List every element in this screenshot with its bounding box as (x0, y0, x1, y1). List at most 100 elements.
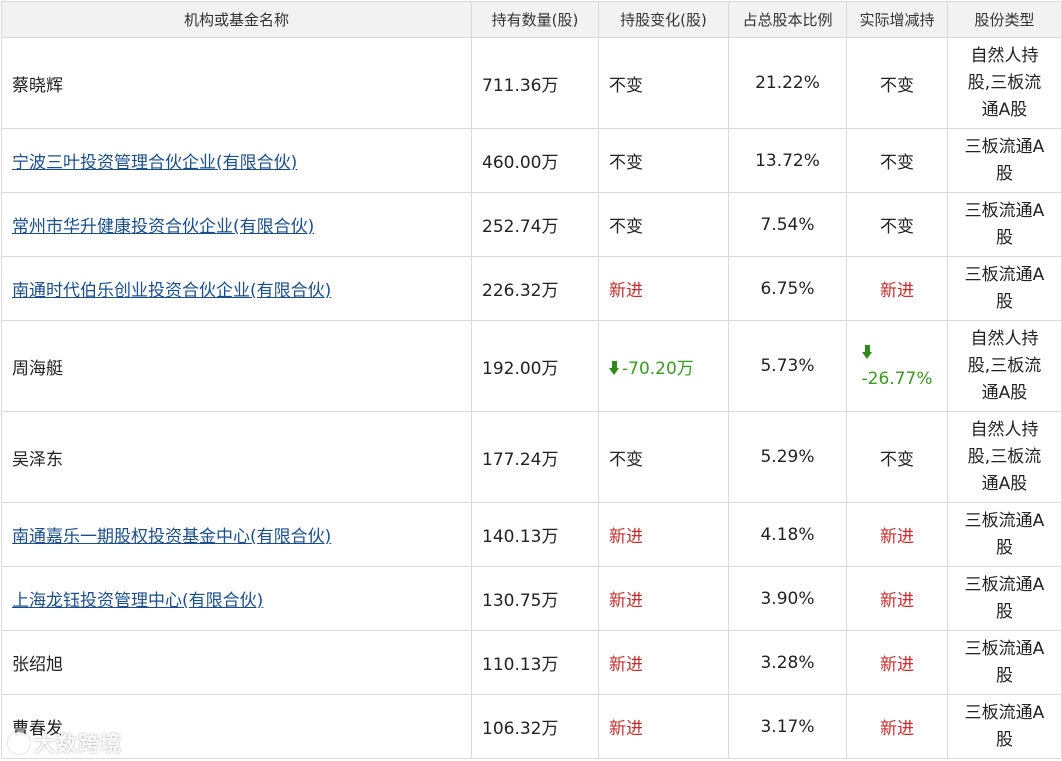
holder-name: 张绍旭 (12, 655, 63, 675)
share-ratio-cell: 5.29% (728, 411, 847, 503)
share-type-cell: 三板流通A 股 (947, 566, 1062, 631)
share-type-line: 三板流通A (964, 510, 1045, 531)
share-type-line: 股 (996, 601, 1013, 622)
share-change-value: 新进 (609, 527, 643, 547)
table-row: 南通嘉乐一期股权投资基金中心(有限合伙) 140.13万 新进 4.18% 新进 三板流通… (1, 502, 1062, 567)
holder-name-cell: 上海龙钰投资管理中心(有限合伙) (1, 566, 472, 631)
holder-name-link[interactable]: 宁波三叶投资管理合伙企业(有限合伙) (12, 153, 297, 173)
actual-change-cell: -26.77% (846, 320, 948, 412)
header-row: 机构或基金名称 持有数量(股) 持股变化(股) 占总股本比例 实际增减持 股份类… (1, 1, 1062, 38)
actual-change-cell: 不变 (846, 128, 948, 193)
page: 机构或基金名称 持有数量(股) 持股变化(股) 占总股本比例 实际增减持 股份类… (0, 0, 1062, 761)
actual-change-value: 新进 (880, 719, 914, 739)
table-row: 上海龙钰投资管理中心(有限合伙) 130.75万 新进 3.90% 新进 三板流通A 股 (1, 566, 1062, 631)
share-type-line: 自然人持 (970, 419, 1039, 440)
holder-name-link[interactable]: 南通嘉乐一期股权投资基金中心(有限合伙) (12, 527, 331, 547)
holder-name-link[interactable]: 常州市华升健康投资合伙企业(有限合伙) (12, 217, 314, 237)
share-type-line: 股 (996, 665, 1013, 686)
share-type-cell: 三板流通A 股 (947, 502, 1062, 567)
table-row: 蔡晓辉 711.36万 不变 21.22% 不变 自然人持 股,三板流 通A股 (1, 37, 1062, 129)
header-shares: 持有数量(股) (471, 1, 599, 38)
share-type-line: 自然人持 (970, 45, 1039, 66)
share-type-cell: 自然人持股,三板流通A股 (947, 37, 1062, 129)
share-type-cell: 三板流通A 股 (947, 192, 1062, 257)
share-type-cell: 自然人持 股,三板流 通A股 (947, 320, 1062, 412)
table-row: 曹春发 106.32万 新进 3.17% 新进 三板流通A 股 (1, 694, 1062, 759)
holder-name: 吴泽东 (12, 449, 63, 470)
actual-change-cell: 不变 (846, 37, 948, 129)
holder-name-link[interactable]: 南通时代伯乐创业投资合伙企业(有限合伙) (12, 281, 331, 301)
actual-change-value: 新进 (880, 591, 914, 611)
holder-name: 周海艇 (12, 358, 63, 379)
share-ratio-cell: 3.17% (728, 694, 847, 759)
share-change-value: 不变 (609, 153, 643, 173)
share-type-line: 三板流通A (964, 264, 1045, 285)
share-change-cell: 不变 (598, 37, 729, 129)
share-type-line: 股,三板流 (967, 72, 1042, 93)
share-change-value: 不变 (609, 449, 643, 470)
share-type-line: 三板流通A (964, 638, 1045, 659)
share-change-cell: 不变 (598, 192, 729, 257)
share-change-cell: 新进 (598, 630, 729, 695)
shares-held-cell: 140.13万 (471, 502, 599, 567)
holder-name-cell: 蔡晓辉 (1, 37, 472, 129)
shares-held-cell: 177.24万 (471, 411, 599, 503)
table-row: 宁波三叶投资管理合伙企业(有限合伙) 460.00万 不变 13.72% 不变 三板流通A… (1, 128, 1062, 193)
share-type-line: 通A股 (981, 473, 1028, 494)
share-type-line: 三板流通A (964, 574, 1045, 595)
down-arrow-icon (861, 345, 873, 359)
holder-name-cell: 南通时代伯乐创业投资合伙企业(有限合伙) (1, 256, 472, 321)
actual-change-cell: 新进 (846, 694, 948, 759)
shares-held-cell: 226.32万 (471, 256, 599, 321)
share-type-line: 三板流通A (964, 200, 1045, 221)
share-type-cell: 三板流通A 股 (947, 256, 1062, 321)
table-body: 蔡晓辉 711.36万 不变 21.22% 不变 自然人持 股,三板流 通A股 宁波三叶投资管理… (1, 37, 1062, 759)
shares-held-cell: 192.00万 (471, 320, 599, 412)
actual-change-value: 新进 (880, 527, 914, 547)
header-ratio: 占总股本比例 (728, 1, 847, 38)
watermark-text: 大数跨境 (34, 732, 122, 756)
header-actual: 实际增减持 (846, 1, 948, 38)
holder-name-cell: 周海艇 (1, 320, 472, 412)
share-ratio-cell: 6.75% (728, 256, 847, 321)
share-type-cell: 三板流通A 股 (947, 630, 1062, 695)
share-type-line: 股 (996, 163, 1013, 184)
watermark: 大数跨境 (8, 728, 122, 758)
table-header: 机构或基金名称 持有数量(股) 持股变化(股) 占总股本比例 实际增减持 股份类… (1, 1, 1062, 38)
header-change: 持股变化(股) (598, 1, 729, 38)
table-row: 张绍旭 110.13万 新进 3.28% 新进 三板流通A 股 (1, 630, 1062, 695)
share-change-cell: 新进 (598, 256, 729, 321)
share-ratio-cell: 7.54% (728, 192, 847, 257)
actual-change-down: -26.77% (861, 340, 933, 392)
share-change-cell: 新进 (598, 502, 729, 567)
actual-change-cell: 不变 (846, 411, 948, 503)
share-ratio-cell: 4.18% (728, 502, 847, 567)
table-row: 吴泽东 177.24万 不变 5.29% 不变 自然人持 股,三板流 通A股 (1, 411, 1062, 503)
share-change-value: 新进 (609, 281, 643, 301)
actual-change-cell: 新进 (846, 502, 948, 567)
holder-name-cell: 宁波三叶投资管理合伙企业(有限合伙) (1, 128, 472, 193)
share-type-line: 三板流通A (964, 136, 1045, 157)
actual-change-value: 不变 (880, 75, 914, 96)
shareholder-table: 机构或基金名称 持有数量(股) 持股变化(股) 占总股本比例 实际增减持 股份类… (1, 1, 1062, 759)
share-type-line: 通A股 (981, 99, 1028, 120)
share-change-value: -70.20万 (622, 358, 694, 379)
share-change-value: 新进 (609, 655, 643, 675)
share-type-cell: 自然人持 股,三板流 通A股 (947, 411, 1062, 503)
actual-change-cell: 不变 (846, 192, 948, 257)
share-type-line: 股 (996, 227, 1013, 248)
actual-change-cell: 新进 (846, 630, 948, 695)
holder-name-link[interactable]: 上海龙钰投资管理中心(有限合伙) (12, 591, 263, 611)
share-ratio-cell: 21.22% (728, 37, 847, 129)
share-change-value: 不变 (609, 75, 643, 96)
actual-change-value: -26.77% (861, 369, 933, 389)
header-name: 机构或基金名称 (1, 1, 472, 38)
down-arrow-icon (609, 360, 620, 375)
shares-held-cell: 252.74万 (471, 192, 599, 257)
actual-change-value: 不变 (880, 449, 914, 470)
share-ratio-cell: 3.90% (728, 566, 847, 631)
holder-name-cell: 南通嘉乐一期股权投资基金中心(有限合伙) (1, 502, 472, 567)
share-type-line: 股 (996, 537, 1013, 558)
share-type-line: 自然人持 (970, 328, 1039, 349)
share-ratio-cell: 5.73% (728, 320, 847, 412)
